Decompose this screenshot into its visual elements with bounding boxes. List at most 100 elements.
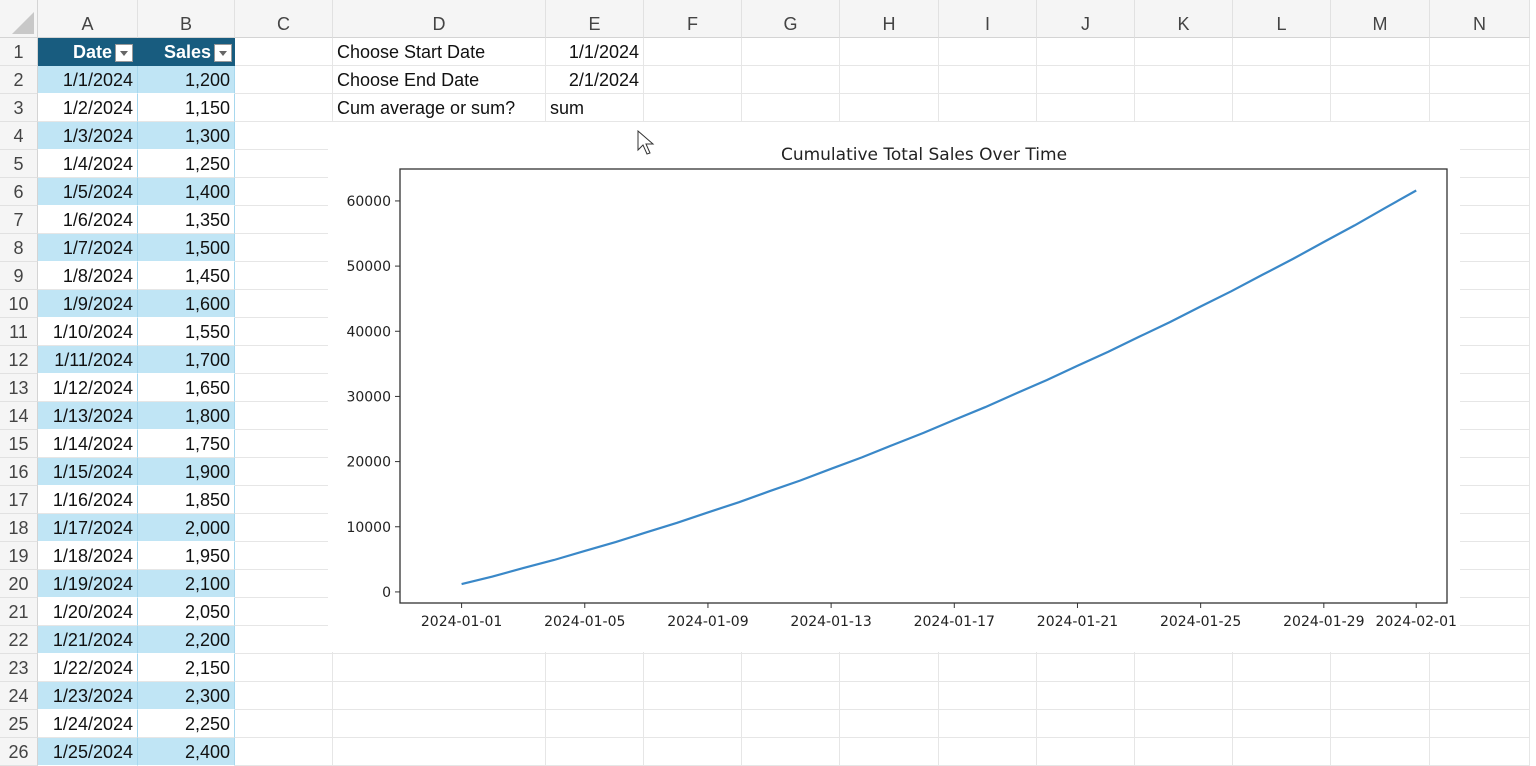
row-header-22[interactable]: 22 [0, 626, 38, 654]
column-header-A[interactable]: A [38, 0, 138, 38]
cell-C2[interactable] [235, 66, 333, 94]
select-all-button[interactable] [0, 0, 38, 38]
cell-N24[interactable] [1430, 682, 1530, 710]
sales-cell[interactable]: 1,350 [138, 206, 235, 234]
sales-cell[interactable]: 1,400 [138, 178, 235, 206]
row-header-6[interactable]: 6 [0, 178, 38, 206]
date-cell[interactable]: 1/22/2024 [38, 654, 138, 682]
date-cell[interactable]: 1/18/2024 [38, 542, 138, 570]
cell-K2[interactable] [1135, 66, 1233, 94]
cell-J3[interactable] [1037, 94, 1135, 122]
cell-G1[interactable] [742, 38, 840, 66]
cell-C23[interactable] [235, 654, 333, 682]
cell-I1[interactable] [939, 38, 1037, 66]
row-header-19[interactable]: 19 [0, 542, 38, 570]
cell-L2[interactable] [1233, 66, 1331, 94]
cell-F24[interactable] [644, 682, 742, 710]
column-header-B[interactable]: B [138, 0, 235, 38]
cell-H1[interactable] [840, 38, 939, 66]
cell-J2[interactable] [1037, 66, 1135, 94]
cell-G25[interactable] [742, 710, 840, 738]
cell-C11[interactable] [235, 318, 333, 346]
control-value-input[interactable]: sum [546, 94, 644, 122]
cell-H3[interactable] [840, 94, 939, 122]
sales-cell[interactable]: 1,800 [138, 402, 235, 430]
date-cell[interactable]: 1/24/2024 [38, 710, 138, 738]
cell-C21[interactable] [235, 598, 333, 626]
control-value-input[interactable]: 1/1/2024 [546, 38, 644, 66]
sales-cell[interactable]: 1,550 [138, 318, 235, 346]
date-cell[interactable]: 1/8/2024 [38, 262, 138, 290]
row-header-2[interactable]: 2 [0, 66, 38, 94]
cell-C17[interactable] [235, 486, 333, 514]
cell-E24[interactable] [546, 682, 644, 710]
cell-C7[interactable] [235, 206, 333, 234]
sales-cell[interactable]: 1,700 [138, 346, 235, 374]
filter-dropdown-icon[interactable] [115, 44, 133, 62]
cell-C15[interactable] [235, 430, 333, 458]
column-header-K[interactable]: K [1135, 0, 1233, 38]
cell-F1[interactable] [644, 38, 742, 66]
cell-D25[interactable] [333, 710, 546, 738]
row-header-3[interactable]: 3 [0, 94, 38, 122]
date-cell[interactable]: 1/17/2024 [38, 514, 138, 542]
date-cell[interactable]: 1/14/2024 [38, 430, 138, 458]
column-header-L[interactable]: L [1233, 0, 1331, 38]
date-cell[interactable]: 1/15/2024 [38, 458, 138, 486]
cell-E23[interactable] [546, 654, 644, 682]
cell-N2[interactable] [1430, 66, 1530, 94]
cell-G24[interactable] [742, 682, 840, 710]
row-header-16[interactable]: 16 [0, 458, 38, 486]
sales-cell[interactable]: 1,450 [138, 262, 235, 290]
cell-J1[interactable] [1037, 38, 1135, 66]
column-header-N[interactable]: N [1430, 0, 1530, 38]
sales-cell[interactable]: 2,250 [138, 710, 235, 738]
column-header-I[interactable]: I [939, 0, 1037, 38]
cell-M25[interactable] [1331, 710, 1430, 738]
cell-L23[interactable] [1233, 654, 1331, 682]
cell-F25[interactable] [644, 710, 742, 738]
sales-cell[interactable]: 1,500 [138, 234, 235, 262]
sales-cell[interactable]: 2,100 [138, 570, 235, 598]
cell-J23[interactable] [1037, 654, 1135, 682]
sales-cell[interactable]: 2,050 [138, 598, 235, 626]
row-header-8[interactable]: 8 [0, 234, 38, 262]
cell-G2[interactable] [742, 66, 840, 94]
date-cell[interactable]: 1/10/2024 [38, 318, 138, 346]
row-header-1[interactable]: 1 [0, 38, 38, 66]
row-header-25[interactable]: 25 [0, 710, 38, 738]
cell-E25[interactable] [546, 710, 644, 738]
column-header-J[interactable]: J [1037, 0, 1135, 38]
cell-C24[interactable] [235, 682, 333, 710]
cell-D24[interactable] [333, 682, 546, 710]
cell-C13[interactable] [235, 374, 333, 402]
cell-C9[interactable] [235, 262, 333, 290]
cell-I25[interactable] [939, 710, 1037, 738]
date-cell[interactable]: 1/13/2024 [38, 402, 138, 430]
date-cell[interactable]: 1/1/2024 [38, 66, 138, 94]
cell-K23[interactable] [1135, 654, 1233, 682]
cell-K3[interactable] [1135, 94, 1233, 122]
row-header-18[interactable]: 18 [0, 514, 38, 542]
sales-cell[interactable]: 1,250 [138, 150, 235, 178]
cell-I23[interactable] [939, 654, 1037, 682]
cell-H24[interactable] [840, 682, 939, 710]
cell-C3[interactable] [235, 94, 333, 122]
cell-C22[interactable] [235, 626, 333, 654]
cell-N1[interactable] [1430, 38, 1530, 66]
row-header-7[interactable]: 7 [0, 206, 38, 234]
cell-N23[interactable] [1430, 654, 1530, 682]
cell-M24[interactable] [1331, 682, 1430, 710]
cell-J25[interactable] [1037, 710, 1135, 738]
row-header-24[interactable]: 24 [0, 682, 38, 710]
cell-C4[interactable] [235, 122, 333, 150]
cell-L25[interactable] [1233, 710, 1331, 738]
date-cell[interactable]: 1/2/2024 [38, 94, 138, 122]
column-header-M[interactable]: M [1331, 0, 1430, 38]
cell-H2[interactable] [840, 66, 939, 94]
cell-C14[interactable] [235, 402, 333, 430]
cell-C1[interactable] [235, 38, 333, 66]
date-cell[interactable]: 1/20/2024 [38, 598, 138, 626]
sales-cell[interactable]: 1,750 [138, 430, 235, 458]
column-header-D[interactable]: D [333, 0, 546, 38]
